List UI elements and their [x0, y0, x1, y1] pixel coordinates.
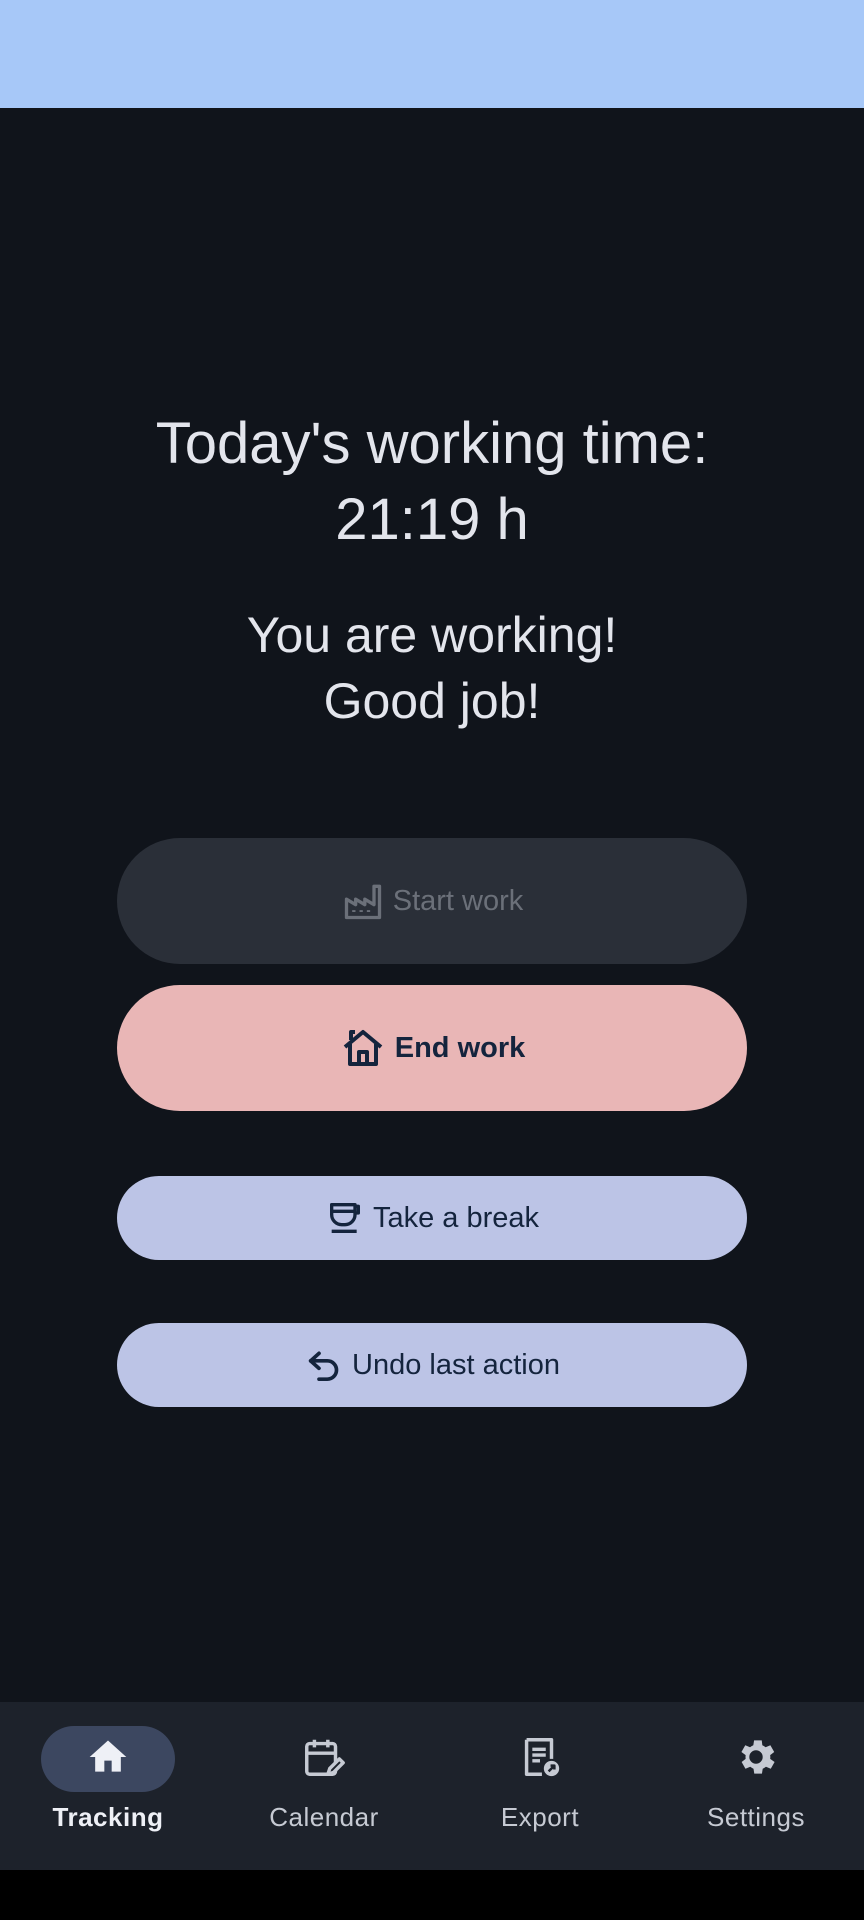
- nav-export-label: Export: [500, 1802, 580, 1832]
- status-message-line-1: You are working!: [246, 607, 618, 663]
- working-time-label: Today's working time:: [155, 411, 709, 476]
- export-document-icon: [517, 1734, 563, 1785]
- start-work-label: Start work: [392, 884, 524, 917]
- nav-calendar-label: Calendar: [269, 1802, 379, 1832]
- undo-last-action-label: Undo last action: [352, 1348, 560, 1381]
- nav-settings[interactable]: Settings: [648, 1702, 864, 1870]
- tracking-screen: Today's working time: 21:19 h You are wo…: [0, 108, 864, 1702]
- working-time-value: 21:19 h: [335, 487, 529, 552]
- take-break-label: Take a break: [372, 1201, 540, 1234]
- home-icon: [86, 1735, 130, 1784]
- working-time-title: Today's working time: 21:19 h: [0, 406, 864, 558]
- end-work-label: End work: [394, 1031, 526, 1064]
- system-gesture-bar: [0, 1870, 864, 1920]
- start-work-button[interactable]: Start work: [117, 838, 747, 964]
- status-bar: [0, 0, 864, 108]
- calendar-edit-icon: [301, 1734, 347, 1785]
- end-work-button[interactable]: End work: [117, 985, 747, 1111]
- nav-export[interactable]: Export: [432, 1702, 648, 1870]
- undo-last-action-button[interactable]: Undo last action: [117, 1323, 747, 1407]
- nav-tracking-label: Tracking: [52, 1802, 164, 1832]
- status-message: You are working! Good job!: [0, 602, 864, 734]
- nav-settings-pill[interactable]: [689, 1726, 823, 1792]
- gear-icon: [733, 1734, 779, 1785]
- coffee-cup-icon: [325, 1198, 365, 1238]
- factory-icon: [341, 879, 385, 923]
- nav-settings-label: Settings: [707, 1802, 805, 1832]
- nav-tracking-pill[interactable]: [41, 1726, 175, 1792]
- nav-calendar[interactable]: Calendar: [216, 1702, 432, 1870]
- take-break-button[interactable]: Take a break: [117, 1176, 747, 1260]
- bottom-navigation: Tracking Calendar Export Settings: [0, 1702, 864, 1870]
- nav-export-pill[interactable]: [473, 1726, 607, 1792]
- undo-icon: [304, 1345, 344, 1385]
- nav-tracking[interactable]: Tracking: [0, 1702, 216, 1870]
- status-message-line-2: Good job!: [323, 673, 541, 729]
- home-outline-icon: [339, 1024, 387, 1072]
- nav-calendar-pill[interactable]: [257, 1726, 391, 1792]
